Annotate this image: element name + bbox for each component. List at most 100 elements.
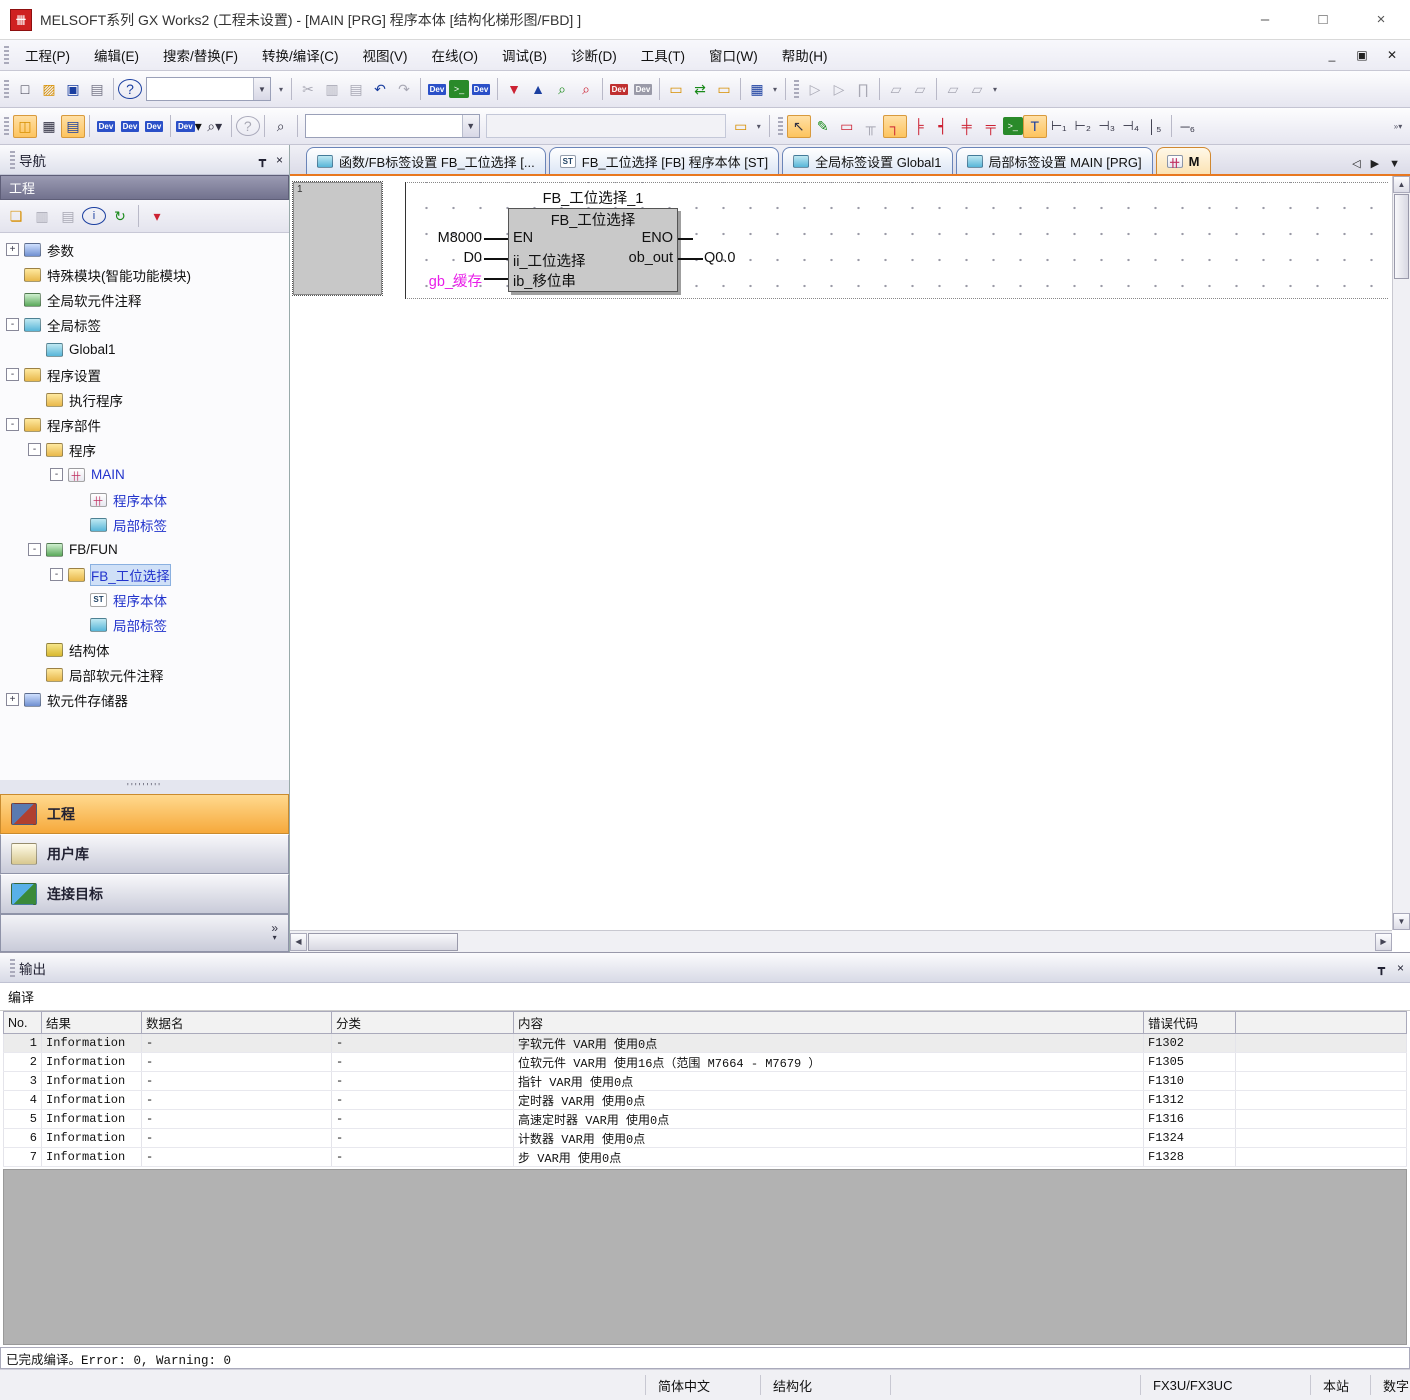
monitor-pulse-icon[interactable]: ∏	[851, 78, 875, 101]
online-monitor-icon[interactable]: ⌕	[574, 78, 598, 101]
close-button[interactable]: ×	[1352, 0, 1410, 40]
device-combobox[interactable]: ▼	[305, 114, 480, 138]
result-row[interactable]: 1Information--字软元件 VAR用 使用0点F1302	[4, 1034, 1407, 1053]
col-result[interactable]: 结果	[42, 1012, 142, 1034]
dev-on-icon[interactable]: Dev	[607, 78, 631, 101]
operand-in2[interactable]: gb_缓存	[412, 270, 482, 291]
tree-item-struct[interactable]: 结构体	[0, 637, 289, 662]
dev-display-icon[interactable]: Dev▾	[175, 115, 203, 138]
maximize-button[interactable]: □	[1294, 0, 1352, 40]
collapse-icon[interactable]: -	[28, 543, 41, 556]
collapse-icon[interactable]: -	[6, 368, 19, 381]
more-menu-icon[interactable]: ▾	[273, 933, 277, 943]
horizontal-line-icon[interactable]: ─₆	[1176, 115, 1200, 138]
select-mode-icon[interactable]: ↖	[787, 115, 811, 138]
read-from-plc-icon[interactable]: ▲	[526, 78, 550, 101]
operand-out1[interactable]: Q0.0	[704, 250, 735, 266]
menu-convert-compile[interactable]: 转换/编译(C)	[250, 41, 351, 69]
quick-search-combobox[interactable]: ▼	[146, 77, 271, 101]
work-window-icon[interactable]: ▤	[61, 115, 85, 138]
nav-button-connection[interactable]: 连接目标	[0, 874, 289, 914]
scroll-right-icon[interactable]: ▶	[1375, 933, 1392, 951]
tree-item-global1[interactable]: Global1	[0, 337, 289, 362]
tree-item-main-body[interactable]: 程序本体	[0, 487, 289, 512]
tree-item-special-module[interactable]: 特殊模块(智能功能模块)	[0, 262, 289, 287]
tree-item-local-comment[interactable]: 局部软元件注释	[0, 662, 289, 687]
toolbar-overflow-icon[interactable]: »▾	[1392, 115, 1404, 138]
operand-in1[interactable]: D0	[385, 250, 482, 266]
col-content[interactable]: 内容	[514, 1012, 1144, 1034]
scroll-up-icon[interactable]: ▲	[1393, 176, 1410, 193]
collapse-icon[interactable]: -	[50, 568, 63, 581]
tab-fb-label-setting[interactable]: 函数/FB标签设置 FB_工位选择 [...	[306, 147, 546, 174]
tab-global-label[interactable]: 全局标签设置 Global1	[782, 147, 952, 174]
watch-stop-icon[interactable]: ▱	[908, 78, 932, 101]
close-panel-icon[interactable]: ×	[1397, 961, 1404, 975]
collapse-icon[interactable]: -	[6, 418, 19, 431]
col-no[interactable]: No.	[4, 1012, 42, 1034]
collapse-icon[interactable]: -	[28, 443, 41, 456]
close-panel-icon[interactable]: ×	[276, 153, 283, 167]
zoom-page-icon[interactable]: ▭	[729, 115, 753, 138]
mdi-minimize-icon[interactable]: _	[1324, 48, 1340, 62]
result-row[interactable]: 7Information--步 VAR用 使用0点F1328	[4, 1148, 1407, 1167]
fb-instance-name[interactable]: FB_工位选择_1	[508, 187, 678, 208]
tree-item-fb-local-label[interactable]: 局部标签	[0, 612, 289, 637]
vertical-scrollbar[interactable]: ▲ ▼	[1392, 176, 1410, 930]
scroll-left-icon[interactable]: ◀	[290, 933, 307, 951]
tab-main-body-active[interactable]: M	[1156, 147, 1211, 174]
pin-in2[interactable]: ib_移位串	[513, 270, 576, 291]
result-row[interactable]: 2Information--位软元件 VAR用 使用16点（范围 M7664 -…	[4, 1053, 1407, 1072]
pin-icon[interactable]: ┳	[1378, 961, 1385, 975]
open-project-icon[interactable]: ▨	[37, 78, 61, 101]
combo-dropdown-icon[interactable]: ▼	[253, 78, 270, 100]
tree-item-fb-selected[interactable]: -FB_工位选择	[0, 562, 289, 587]
online-verify-icon[interactable]: ⌕	[550, 78, 574, 101]
dev-tool-1-icon[interactable]: Dev	[94, 115, 118, 138]
tree-item-fb-body[interactable]: ST程序本体	[0, 587, 289, 612]
toolbar-overflow-icon[interactable]: ▾	[989, 78, 1001, 101]
contact-close-icon[interactable]: ⊢₂	[1071, 115, 1095, 138]
pen-mode-icon[interactable]: ✎	[811, 115, 835, 138]
pin-eno[interactable]: ENO	[642, 230, 673, 246]
box-10-icon[interactable]: ▭	[835, 115, 859, 138]
copy-icon[interactable]: ▥	[320, 78, 344, 101]
pin-in1[interactable]: ii_工位选择	[513, 250, 586, 271]
device-comment-icon[interactable]: Dev	[425, 78, 449, 101]
fb-block[interactable]: FB_工位选择 EN ENO ii_工位选择 ob_out ib_移位串	[508, 208, 678, 292]
tab-list-icon[interactable]: ▼	[1389, 158, 1400, 170]
write-to-plc-icon[interactable]: ▼	[502, 78, 526, 101]
find-icon[interactable]: ⌕	[269, 115, 293, 138]
monitor-window-icon[interactable]: ▦	[745, 78, 769, 101]
wire-mode-icon[interactable]: ┐	[883, 115, 907, 138]
redo-icon[interactable]: ↷	[392, 78, 416, 101]
nav-button-user-library[interactable]: 用户库	[0, 834, 289, 874]
result-row[interactable]: 6Information--计数器 VAR用 使用0点F1324	[4, 1129, 1407, 1148]
new-project-icon[interactable]: □	[13, 78, 37, 101]
result-row[interactable]: 4Information--定时器 VAR用 使用0点F1312	[4, 1091, 1407, 1110]
contact-rise-icon[interactable]: ⊣₃	[1095, 115, 1119, 138]
sampling-trace-icon[interactable]: ▱	[941, 78, 965, 101]
collapse-icon[interactable]: -	[50, 468, 63, 481]
menu-find-replace[interactable]: 搜索/替换(F)	[151, 41, 250, 69]
undo-icon[interactable]: ↶	[368, 78, 392, 101]
mdi-close-icon[interactable]: ✕	[1384, 48, 1400, 62]
menu-help[interactable]: 帮助(H)	[770, 41, 840, 69]
tree-item-exec-program[interactable]: 执行程序	[0, 387, 289, 412]
branch-1-icon[interactable]: ╞	[907, 115, 931, 138]
help-2-icon[interactable]: ?	[236, 116, 260, 136]
tree-item-program-setting[interactable]: -程序设置	[0, 362, 289, 387]
tab-scroll-left-icon[interactable]: ◁	[1352, 157, 1360, 170]
transfer-setup-icon[interactable]: ▭	[664, 78, 688, 101]
toolbar-overflow-icon[interactable]: ▾	[769, 78, 781, 101]
col-error-code[interactable]: 错误代码	[1144, 1012, 1236, 1034]
tree-item-main-local-label[interactable]: 局部标签	[0, 512, 289, 537]
branch-3-icon[interactable]: ╪	[955, 115, 979, 138]
refresh-icon[interactable]: ↻	[108, 205, 132, 228]
fbd-editor[interactable]: 1 FB_工位选择_1 FB_工位选择 EN ENO ii_工位选择 ob_ou…	[290, 176, 1410, 952]
minimize-button[interactable]: –	[1236, 0, 1294, 40]
more-buttons-icon[interactable]: »	[271, 923, 278, 933]
data-info-icon[interactable]: i	[82, 207, 106, 225]
menu-debug[interactable]: 调试(B)	[490, 41, 559, 69]
save-project-icon[interactable]: ▣	[61, 78, 85, 101]
